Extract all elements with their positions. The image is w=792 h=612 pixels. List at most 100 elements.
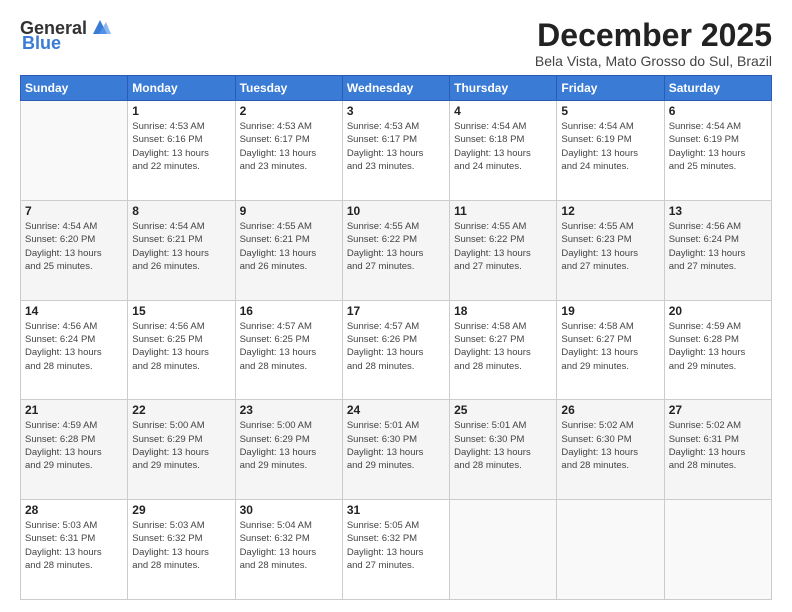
table-row: 6 Sunrise: 4:54 AM Sunset: 6:19 PM Daylig… bbox=[664, 101, 771, 201]
day-number: 7 bbox=[25, 204, 123, 218]
table-row: 11 Sunrise: 4:55 AM Sunset: 6:22 PM Dayli… bbox=[450, 200, 557, 300]
day-info: Sunrise: 5:03 AM Sunset: 6:32 PM Dayligh… bbox=[132, 519, 230, 572]
day-number: 13 bbox=[669, 204, 767, 218]
day-number: 6 bbox=[669, 104, 767, 118]
table-row: 19 Sunrise: 4:58 AM Sunset: 6:27 PM Dayli… bbox=[557, 300, 664, 400]
day-number: 18 bbox=[454, 304, 552, 318]
day-info: Sunrise: 4:56 AM Sunset: 6:25 PM Dayligh… bbox=[132, 320, 230, 373]
day-info: Sunrise: 4:58 AM Sunset: 6:27 PM Dayligh… bbox=[561, 320, 659, 373]
table-row: 14 Sunrise: 4:56 AM Sunset: 6:24 PM Dayli… bbox=[21, 300, 128, 400]
day-info: Sunrise: 4:55 AM Sunset: 6:23 PM Dayligh… bbox=[561, 220, 659, 273]
table-row: 4 Sunrise: 4:54 AM Sunset: 6:18 PM Daylig… bbox=[450, 101, 557, 201]
day-info: Sunrise: 4:55 AM Sunset: 6:21 PM Dayligh… bbox=[240, 220, 338, 273]
day-number: 21 bbox=[25, 403, 123, 417]
table-row: 16 Sunrise: 4:57 AM Sunset: 6:25 PM Dayli… bbox=[235, 300, 342, 400]
table-row: 23Sunrise: 5:00 AM Sunset: 6:29 PM Dayli… bbox=[235, 400, 342, 500]
col-sunday: Sunday bbox=[21, 76, 128, 101]
table-row: 13 Sunrise: 4:56 AM Sunset: 6:24 PM Dayli… bbox=[664, 200, 771, 300]
day-number: 12 bbox=[561, 204, 659, 218]
day-info: Sunrise: 4:55 AM Sunset: 6:22 PM Dayligh… bbox=[454, 220, 552, 273]
table-row bbox=[664, 500, 771, 600]
table-row: 2Sunrise: 4:53 AM Sunset: 6:17 PM Daylig… bbox=[235, 101, 342, 201]
col-tuesday: Tuesday bbox=[235, 76, 342, 101]
day-info: Sunrise: 4:56 AM Sunset: 6:24 PM Dayligh… bbox=[25, 320, 123, 373]
day-number: 10 bbox=[347, 204, 445, 218]
calendar-title: December 2025 bbox=[535, 18, 772, 53]
col-saturday: Saturday bbox=[664, 76, 771, 101]
day-number: 3 bbox=[347, 104, 445, 118]
table-row bbox=[557, 500, 664, 600]
col-wednesday: Wednesday bbox=[342, 76, 449, 101]
calendar-subtitle: Bela Vista, Mato Grosso do Sul, Brazil bbox=[535, 53, 772, 69]
table-row: 27 Sunrise: 5:02 AM Sunset: 6:31 PM Dayli… bbox=[664, 400, 771, 500]
day-number: 15 bbox=[132, 304, 230, 318]
day-info: Sunrise: 4:54 AM Sunset: 6:20 PM Dayligh… bbox=[25, 220, 123, 273]
day-info: Sunrise: 4:56 AM Sunset: 6:24 PM Dayligh… bbox=[669, 220, 767, 273]
day-number: 27 bbox=[669, 403, 767, 417]
logo-blue: Blue bbox=[22, 34, 61, 52]
table-row bbox=[21, 101, 128, 201]
table-row: 7 Sunrise: 4:54 AM Sunset: 6:20 PM Daylig… bbox=[21, 200, 128, 300]
day-number: 1 bbox=[132, 104, 230, 118]
day-number: 16 bbox=[240, 304, 338, 318]
col-monday: Monday bbox=[128, 76, 235, 101]
day-number: 5 bbox=[561, 104, 659, 118]
day-number: 9 bbox=[240, 204, 338, 218]
day-info: Sunrise: 5:02 AM Sunset: 6:31 PM Dayligh… bbox=[669, 419, 767, 472]
day-number: 24 bbox=[347, 403, 445, 417]
day-info: Sunrise: 5:01 AM Sunset: 6:30 PM Dayligh… bbox=[454, 419, 552, 472]
table-row bbox=[450, 500, 557, 600]
table-row: 31 Sunrise: 5:05 AM Sunset: 6:32 PM Dayli… bbox=[342, 500, 449, 600]
table-row: 17 Sunrise: 4:57 AM Sunset: 6:26 PM Dayli… bbox=[342, 300, 449, 400]
table-row: 5 Sunrise: 4:54 AM Sunset: 6:19 PM Daylig… bbox=[557, 101, 664, 201]
day-number: 22 bbox=[132, 403, 230, 417]
day-number: 31 bbox=[347, 503, 445, 517]
logo-icon bbox=[89, 16, 111, 38]
table-row: 30Sunrise: 5:04 AM Sunset: 6:32 PM Dayli… bbox=[235, 500, 342, 600]
calendar-week-row: 21 Sunrise: 4:59 AM Sunset: 6:28 PM Dayli… bbox=[21, 400, 772, 500]
title-block: December 2025 Bela Vista, Mato Grosso do… bbox=[535, 18, 772, 69]
day-info: Sunrise: 5:00 AM Sunset: 6:29 PM Dayligh… bbox=[132, 419, 230, 472]
table-row: 15 Sunrise: 4:56 AM Sunset: 6:25 PM Dayli… bbox=[128, 300, 235, 400]
day-number: 14 bbox=[25, 304, 123, 318]
day-info: Sunrise: 4:54 AM Sunset: 6:18 PM Dayligh… bbox=[454, 120, 552, 173]
day-number: 17 bbox=[347, 304, 445, 318]
day-info: Sunrise: 4:59 AM Sunset: 6:28 PM Dayligh… bbox=[669, 320, 767, 373]
header: General Blue December 2025 Bela Vista, M… bbox=[20, 18, 772, 69]
day-info: Sunrise: 4:57 AM Sunset: 6:25 PM Dayligh… bbox=[240, 320, 338, 373]
day-info: Sunrise: 4:54 AM Sunset: 6:19 PM Dayligh… bbox=[669, 120, 767, 173]
day-number: 30 bbox=[240, 503, 338, 517]
calendar-week-row: 1Sunrise: 4:53 AM Sunset: 6:16 PM Daylig… bbox=[21, 101, 772, 201]
table-row: 8Sunrise: 4:54 AM Sunset: 6:21 PM Daylig… bbox=[128, 200, 235, 300]
day-info: Sunrise: 5:05 AM Sunset: 6:32 PM Dayligh… bbox=[347, 519, 445, 572]
table-row: 26Sunrise: 5:02 AM Sunset: 6:30 PM Dayli… bbox=[557, 400, 664, 500]
day-number: 28 bbox=[25, 503, 123, 517]
table-row: 9 Sunrise: 4:55 AM Sunset: 6:21 PM Daylig… bbox=[235, 200, 342, 300]
day-number: 2 bbox=[240, 104, 338, 118]
day-info: Sunrise: 4:53 AM Sunset: 6:17 PM Dayligh… bbox=[347, 120, 445, 173]
col-friday: Friday bbox=[557, 76, 664, 101]
day-number: 25 bbox=[454, 403, 552, 417]
table-row: 28Sunrise: 5:03 AM Sunset: 6:31 PM Dayli… bbox=[21, 500, 128, 600]
day-info: Sunrise: 4:57 AM Sunset: 6:26 PM Dayligh… bbox=[347, 320, 445, 373]
calendar-header-row: Sunday Monday Tuesday Wednesday Thursday… bbox=[21, 76, 772, 101]
day-number: 19 bbox=[561, 304, 659, 318]
day-info: Sunrise: 4:54 AM Sunset: 6:19 PM Dayligh… bbox=[561, 120, 659, 173]
day-info: Sunrise: 5:02 AM Sunset: 6:30 PM Dayligh… bbox=[561, 419, 659, 472]
table-row: 29 Sunrise: 5:03 AM Sunset: 6:32 PM Dayli… bbox=[128, 500, 235, 600]
table-row: 10Sunrise: 4:55 AM Sunset: 6:22 PM Dayli… bbox=[342, 200, 449, 300]
day-info: Sunrise: 5:01 AM Sunset: 6:30 PM Dayligh… bbox=[347, 419, 445, 472]
day-info: Sunrise: 4:59 AM Sunset: 6:28 PM Dayligh… bbox=[25, 419, 123, 472]
calendar-week-row: 7 Sunrise: 4:54 AM Sunset: 6:20 PM Daylig… bbox=[21, 200, 772, 300]
day-number: 11 bbox=[454, 204, 552, 218]
calendar-week-row: 28Sunrise: 5:03 AM Sunset: 6:31 PM Dayli… bbox=[21, 500, 772, 600]
table-row: 20 Sunrise: 4:59 AM Sunset: 6:28 PM Dayli… bbox=[664, 300, 771, 400]
table-row: 1Sunrise: 4:53 AM Sunset: 6:16 PM Daylig… bbox=[128, 101, 235, 201]
day-number: 4 bbox=[454, 104, 552, 118]
day-number: 29 bbox=[132, 503, 230, 517]
day-info: Sunrise: 4:58 AM Sunset: 6:27 PM Dayligh… bbox=[454, 320, 552, 373]
day-number: 20 bbox=[669, 304, 767, 318]
day-info: Sunrise: 5:00 AM Sunset: 6:29 PM Dayligh… bbox=[240, 419, 338, 472]
table-row: 25 Sunrise: 5:01 AM Sunset: 6:30 PM Dayli… bbox=[450, 400, 557, 500]
day-number: 8 bbox=[132, 204, 230, 218]
